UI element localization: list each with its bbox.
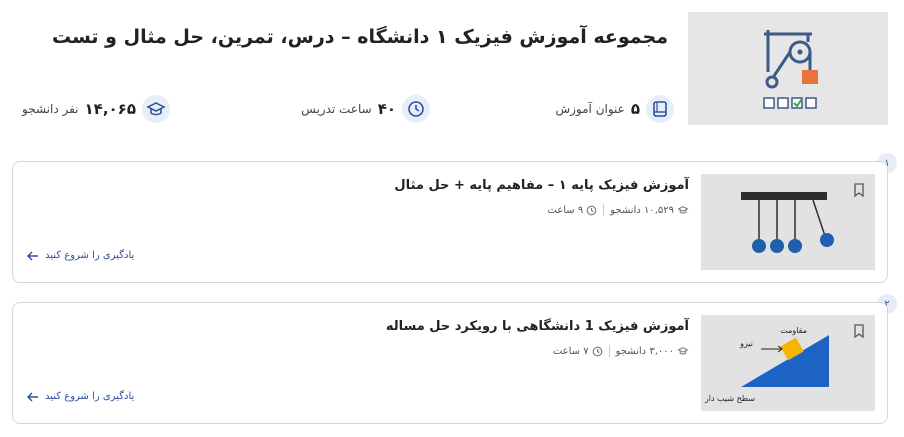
arrow-left-icon (27, 392, 38, 401)
physics-pulley-icon (763, 30, 818, 109)
stat-courses: ۵ عنوان آموزش (555, 94, 674, 124)
force-label: نیرو (739, 339, 753, 348)
stat-hours-label: ساعت تدریس (301, 102, 372, 116)
book-icon (646, 95, 674, 123)
course-students: ۳,۰۰۰ دانشجو (615, 345, 674, 357)
course-card[interactable]: آموزش فیزیک پایه ۱ – مفاهیم پایه + حل مث… (12, 161, 888, 283)
graduation-cap-icon (142, 95, 170, 123)
course-card[interactable]: مقاومت نیرو سطح شیب دار آموزش فیزیک 1 دا… (12, 302, 888, 424)
inclined-plane-image: مقاومت نیرو سطح شیب دار (704, 326, 829, 403)
course-meta: ۳,۰۰۰ دانشجو ۷ ساعت (553, 345, 689, 357)
stat-courses-label: عنوان آموزش (555, 102, 625, 116)
course-title[interactable]: آموزش فیزیک 1 دانشگاهی با رویکرد حل مسال… (386, 319, 689, 334)
stat-hours-value: ۴۰ (377, 100, 396, 118)
course-meta: ۱۰,۵۲۹ دانشجو ۹ ساعت (547, 204, 689, 216)
bookmark-icon[interactable] (853, 182, 865, 201)
course-title[interactable]: آموزش فیزیک پایه ۱ – مفاهیم پایه + حل مث… (394, 178, 689, 193)
stat-students: ۱۴,۰۶۵ نفر دانشجو (22, 94, 170, 124)
clock-icon (402, 95, 430, 123)
bookmark-icon[interactable] (853, 323, 865, 342)
stat-students-value: ۱۴,۰۶۵ (84, 100, 136, 118)
start-learning-label: یادگیری را شروع کنید (45, 250, 135, 261)
start-learning-label: یادگیری را شروع کنید (45, 391, 135, 402)
stat-hours: ۴۰ ساعت تدریس (301, 94, 430, 124)
start-learning-link[interactable]: یادگیری را شروع کنید (27, 250, 134, 261)
graduation-cap-icon (677, 347, 689, 355)
stat-courses-value: ۵ (630, 100, 640, 118)
graduation-cap-icon (677, 206, 689, 214)
course-hours: ۹ ساعت (547, 204, 584, 216)
course-thumbnail[interactable] (701, 174, 875, 270)
collection-thumbnail (688, 12, 888, 125)
course-thumbnail[interactable]: مقاومت نیرو سطح شیب دار (701, 315, 875, 411)
arrow-left-icon (27, 251, 38, 260)
course-students: ۱۰,۵۲۹ دانشجو (610, 204, 674, 216)
course-hours: ۷ ساعت (552, 345, 589, 357)
page-title: مجموعه آموزش فیزیک ۱ دانشگاه – درس، تمری… (51, 26, 668, 48)
resistance-label: مقاومت (780, 326, 807, 335)
newtons-cradle-image (741, 192, 834, 253)
stat-students-label: نفر دانشجو (22, 102, 79, 116)
start-learning-link[interactable]: یادگیری را شروع کنید (27, 391, 134, 402)
surface-label: سطح شیب دار (704, 394, 755, 403)
clock-icon (586, 205, 597, 215)
clock-icon (592, 346, 602, 356)
